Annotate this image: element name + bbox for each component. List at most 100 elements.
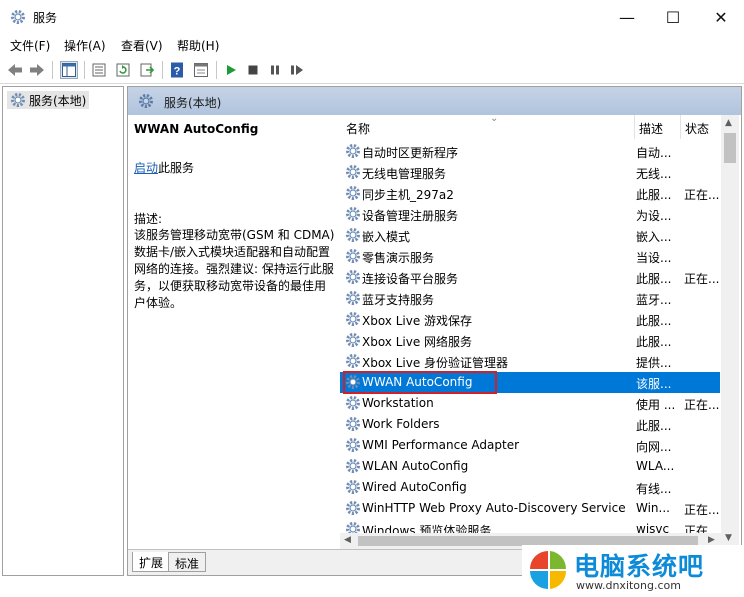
service-description-cell: WLA... [636, 459, 675, 473]
menu-help[interactable]: 帮助(H) [177, 37, 219, 54]
service-name-cell: Xbox Live 网络服务 [362, 335, 473, 349]
table-row[interactable]: 嵌入模式 嵌入... [340, 225, 720, 246]
tree-node-services-local[interactable]: 服务(本地) [7, 91, 90, 109]
minimize-button[interactable]: — [604, 0, 650, 34]
start-service-button[interactable] [222, 61, 240, 79]
pause-service-button[interactable] [266, 61, 284, 79]
console-button[interactable] [192, 61, 210, 79]
scroll-up-icon[interactable]: ▲ [725, 118, 732, 128]
service-gear-icon [345, 332, 361, 348]
menu-file[interactable]: 文件(F) [10, 37, 50, 54]
services-gear-icon [139, 94, 153, 108]
service-gear-icon [345, 185, 361, 201]
export-icon [140, 63, 154, 77]
help-button[interactable]: ? [168, 61, 186, 79]
service-name-cell: Wired AutoConfig [362, 480, 467, 494]
minimize-icon: — [619, 7, 635, 27]
table-row[interactable]: Wired AutoConfig 有线... [340, 477, 720, 498]
help-icon: ? [171, 62, 183, 78]
service-name-cell: 连接设备平台服务 [362, 272, 459, 286]
close-button[interactable]: ✕ [698, 0, 744, 34]
table-row[interactable]: 无线电管理服务 无线... [340, 162, 720, 183]
column-header-description[interactable]: 描述 [634, 115, 663, 139]
refresh-button[interactable] [114, 61, 132, 79]
table-row[interactable]: 连接设备平台服务 此服... 正在... [340, 267, 720, 288]
close-icon: ✕ [714, 7, 728, 27]
service-gear-icon [345, 500, 361, 516]
column-header-status-label: 状态 [685, 122, 710, 136]
watermark-title: 电脑系统吧 [574, 552, 705, 581]
service-description-cell: 此服... [636, 188, 672, 202]
service-gear-icon [345, 290, 361, 306]
properties-button[interactable] [90, 61, 108, 79]
stop-service-icon [248, 65, 258, 75]
table-row[interactable]: Xbox Live 身份验证管理器 提供... [340, 351, 720, 372]
menu-view[interactable]: 查看(V) [121, 37, 163, 54]
sort-chevron-icon: ⌄ [490, 113, 499, 124]
tree-node-label: 服务(本地) [29, 94, 87, 108]
service-name-cell: 嵌入模式 [362, 230, 411, 244]
service-gear-icon [345, 143, 361, 159]
service-description-cell: 蓝牙... [636, 293, 672, 307]
service-gear-icon [345, 416, 361, 432]
start-service-line: 启动此服务 [134, 159, 194, 176]
restart-service-button[interactable] [288, 61, 306, 79]
start-service-link[interactable]: 启动 [134, 161, 158, 175]
service-gear-icon [345, 437, 361, 453]
service-name-cell: WMI Performance Adapter [362, 438, 520, 452]
table-row[interactable]: WinHTTP Web Proxy Auto-Discovery Service… [340, 498, 720, 519]
stop-service-button[interactable] [244, 61, 262, 79]
table-row[interactable]: WLAN AutoConfig WLA... [340, 456, 720, 477]
watermark-url: www.dnxitong.com [576, 579, 681, 592]
service-name-cell: WinHTTP Web Proxy Auto-Discovery Service [362, 501, 626, 515]
maximize-button[interactable]: ☐ [650, 0, 696, 34]
column-header-name[interactable]: 名称 ⌄ [346, 113, 498, 139]
menu-action[interactable]: 操作(A) [64, 37, 106, 54]
table-row[interactable]: 设备管理注册服务 为设... [340, 204, 720, 225]
table-row[interactable]: 蓝牙支持服务 蓝牙... [340, 288, 720, 309]
service-gear-icon [345, 248, 361, 264]
column-header-description-label: 描述 [639, 122, 664, 136]
service-gear-icon [345, 269, 361, 285]
forward-icon [30, 64, 44, 76]
service-gear-icon [345, 227, 361, 243]
back-icon [8, 64, 22, 76]
toolbar-separator [84, 61, 85, 79]
show-tree-button[interactable] [60, 61, 78, 79]
scroll-right-icon[interactable]: ▶ [708, 535, 715, 545]
restart-service-icon [291, 65, 303, 75]
scroll-left-icon[interactable]: ◀ [344, 535, 351, 545]
windows-logo-icon [530, 551, 567, 589]
table-row[interactable]: 同步主机_297a2 此服... 正在... [340, 183, 720, 204]
tab-extended[interactable]: 扩展 [132, 552, 171, 572]
title-bar: 服务 — ☐ ✕ [0, 0, 744, 34]
table-row-selected[interactable]: WWAN AutoConfig 该服... [340, 371, 720, 394]
column-header-status[interactable]: 状态 [680, 115, 709, 139]
table-row[interactable]: Xbox Live 网络服务 此服... [340, 330, 720, 351]
table-row[interactable]: Workstation 使用 ... 正在... [340, 393, 720, 414]
export-button[interactable] [138, 61, 156, 79]
service-description-cell: 提供... [636, 356, 672, 370]
service-gear-icon [345, 479, 361, 495]
properties-icon [92, 63, 106, 77]
table-row[interactable]: WMI Performance Adapter 向网... [340, 435, 720, 456]
table-row[interactable]: 零售演示服务 当设... [340, 246, 720, 267]
service-gear-icon [345, 395, 361, 411]
window-title: 服务 [33, 11, 58, 25]
vertical-scroll-thumb[interactable] [724, 133, 736, 163]
service-name-cell: 无线电管理服务 [362, 167, 447, 181]
table-row[interactable]: 自动时区更新程序 自动... [340, 141, 720, 162]
service-name-cell: WLAN AutoConfig [362, 459, 469, 473]
forward-button[interactable] [28, 61, 46, 79]
table-row[interactable]: Xbox Live 游戏保存 此服... [340, 309, 720, 330]
vertical-scrollbar[interactable]: ▲ ▼ [721, 115, 739, 547]
service-status-cell: 正在... [684, 398, 720, 412]
service-description-cell: 自动... [636, 146, 672, 160]
services-rows: 自动时区更新程序 自动... 无线电管理服务 无线... 同步主机_297a2 此服...… [340, 141, 720, 541]
pane-header-title: 服务(本地) [164, 96, 222, 110]
table-row[interactable]: Work Folders 此服... [340, 414, 720, 435]
scroll-down-icon[interactable]: ▼ [725, 533, 732, 543]
tab-standard[interactable]: 标准 [168, 552, 207, 572]
back-button[interactable] [6, 61, 24, 79]
console-icon [194, 63, 208, 77]
